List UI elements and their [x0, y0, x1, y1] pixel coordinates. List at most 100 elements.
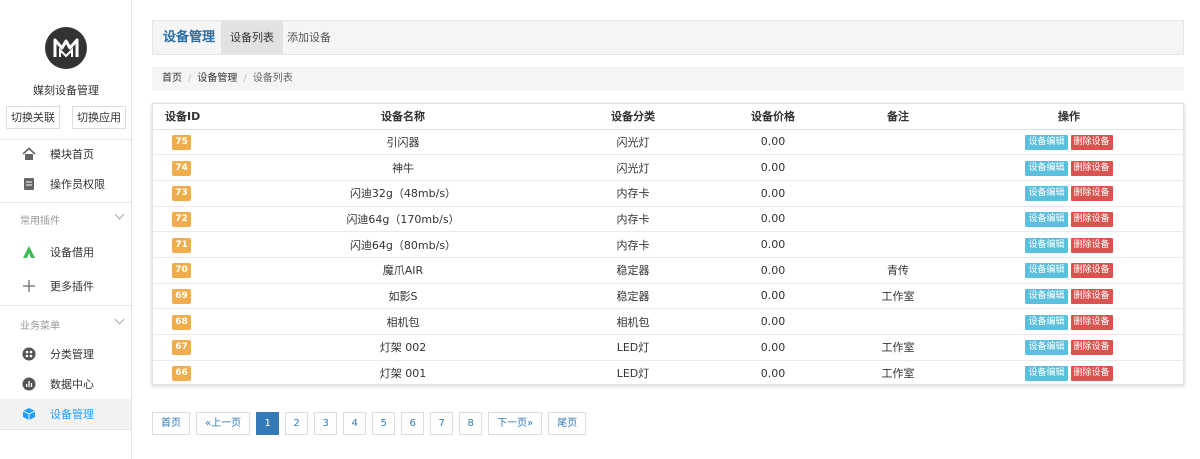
delete-device-button[interactable]: 删除设备	[1070, 237, 1113, 253]
cell-note	[843, 308, 953, 335]
delete-device-button[interactable]: 删除设备	[1070, 263, 1113, 279]
table-row: 75 引闪器 闪光灯 0.00 设备编辑 删除设备	[153, 129, 1185, 156]
delete-device-button[interactable]: 删除设备	[1070, 160, 1113, 176]
cell-category: 闪光灯	[563, 129, 703, 156]
plus-icon	[22, 279, 36, 293]
sidebar-item-device-management[interactable]: 设备管理	[0, 399, 131, 429]
pagination: 首页 «上一页 12345678 下一页» 尾页	[152, 412, 592, 435]
cell-note	[843, 129, 953, 156]
id-badge: 74	[172, 160, 191, 176]
pagination-page-8[interactable]: 8	[459, 412, 483, 435]
tab-add-device[interactable]: 添加设备	[278, 21, 340, 54]
delete-device-button[interactable]: 删除设备	[1070, 366, 1113, 382]
cell-actions: 设备编辑 删除设备	[953, 231, 1185, 258]
id-badge: 73	[172, 186, 191, 202]
cell-actions: 设备编辑 删除设备	[953, 360, 1185, 387]
pagination-page-5[interactable]: 5	[372, 412, 396, 435]
edit-device-button[interactable]: 设备编辑	[1025, 340, 1068, 356]
pagination-page-3[interactable]: 3	[314, 412, 338, 435]
breadcrumb: 首页 / 设备管理 / 设备列表	[152, 67, 1184, 91]
chevron-down-icon[interactable]	[114, 209, 125, 220]
sidebar-divider	[0, 305, 132, 306]
cell-name: 相机包	[243, 308, 563, 335]
column-header-note: 备注	[843, 104, 953, 130]
breadcrumb-home-link[interactable]: 首页	[162, 73, 182, 84]
cell-actions: 设备编辑 删除设备	[953, 283, 1185, 310]
header-tabbar: 设备管理 设备列表 添加设备	[152, 20, 1184, 55]
pagination-next-button[interactable]: 下一页»	[488, 412, 543, 435]
grid-circle-icon	[22, 347, 36, 361]
cell-name: 灯架 002	[243, 334, 563, 361]
cell-note	[843, 154, 953, 181]
delete-device-button[interactable]: 删除设备	[1070, 288, 1113, 304]
sidebar-item-home[interactable]: 模块首页	[0, 139, 131, 169]
sidebar-item-device-borrow[interactable]: 设备借用	[0, 237, 131, 267]
sidebar-item-operator-permissions[interactable]: 操作员权限	[0, 169, 131, 199]
edit-device-button[interactable]: 设备编辑	[1025, 134, 1068, 150]
cell-actions: 设备编辑 删除设备	[953, 334, 1185, 361]
edit-device-button[interactable]: 设备编辑	[1025, 186, 1068, 202]
edit-device-button[interactable]: 设备编辑	[1025, 263, 1068, 279]
pagination-page-4[interactable]: 4	[343, 412, 367, 435]
table-row: 70 魔爪AIR 稳定器 0.00 青传 设备编辑 删除设备	[153, 257, 1185, 284]
delete-device-button[interactable]: 删除设备	[1070, 211, 1113, 227]
cell-price: 0.00	[703, 334, 843, 361]
cell-name: 神牛	[243, 154, 563, 181]
id-badge: 67	[172, 340, 191, 356]
cell-actions: 设备编辑 删除设备	[953, 129, 1185, 156]
edit-device-button[interactable]: 设备编辑	[1025, 288, 1068, 304]
sidebar-item-data-center[interactable]: 数据中心	[0, 369, 131, 399]
breadcrumb-device-management-link[interactable]: 设备管理	[197, 73, 237, 84]
delete-device-button[interactable]: 删除设备	[1070, 134, 1113, 150]
pagination-prev-button[interactable]: «上一页	[196, 412, 251, 435]
delete-device-button[interactable]: 删除设备	[1070, 340, 1113, 356]
pagination-page-6[interactable]: 6	[401, 412, 425, 435]
id-badge: 72	[172, 211, 191, 227]
switch-association-button[interactable]: 切换关联	[6, 106, 60, 129]
pagination-page-7[interactable]: 7	[430, 412, 454, 435]
cell-name: 魔爪AIR	[243, 257, 563, 284]
cell-actions: 设备编辑 删除设备	[953, 154, 1185, 181]
pagination-page-2[interactable]: 2	[285, 412, 309, 435]
cell-price: 0.00	[703, 257, 843, 284]
app-logo-icon[interactable]	[45, 27, 87, 69]
pagination-last-button[interactable]: 尾页	[548, 412, 587, 435]
table-row: 74 神牛 闪光灯 0.00 设备编辑 删除设备	[153, 154, 1185, 181]
edit-device-button[interactable]: 设备编辑	[1025, 314, 1068, 330]
cell-name: 闪迪32g（48mb/s）	[243, 180, 563, 207]
cell-note	[843, 231, 953, 258]
cell-category: LED灯	[563, 334, 703, 361]
sidebar-item-label: 设备管理	[50, 408, 94, 421]
edit-device-button[interactable]: 设备编辑	[1025, 160, 1068, 176]
tab-device-list[interactable]: 设备列表	[221, 21, 283, 54]
delete-device-button[interactable]: 删除设备	[1070, 186, 1113, 202]
table-header-row: 设备ID 设备名称 设备分类 设备价格 备注 操作	[153, 104, 1185, 130]
table-row: 68 相机包 相机包 0.00 设备编辑 删除设备	[153, 308, 1185, 335]
sidebar-group-title: 常用插件	[20, 216, 60, 227]
chevron-down-icon[interactable]	[114, 314, 125, 325]
sidebar-item-label: 更多插件	[50, 280, 94, 293]
document-icon	[22, 177, 36, 191]
pagination-first-button[interactable]: 首页	[152, 412, 190, 435]
cell-name: 灯架 001	[243, 360, 563, 387]
cell-id: 69	[153, 283, 243, 310]
edit-device-button[interactable]: 设备编辑	[1025, 211, 1068, 227]
table-row: 72 闪迪64g（170mb/s） 内存卡 0.00 设备编辑 删除设备	[153, 206, 1185, 233]
cell-actions: 设备编辑 删除设备	[953, 308, 1185, 335]
delete-device-button[interactable]: 删除设备	[1070, 314, 1113, 330]
switch-app-button[interactable]: 切换应用	[72, 106, 126, 129]
cell-category: LED灯	[563, 360, 703, 387]
cell-price: 0.00	[703, 206, 843, 233]
sidebar-item-category-management[interactable]: 分类管理	[0, 339, 131, 369]
triangle-logo-icon	[22, 245, 36, 259]
column-header-name: 设备名称	[243, 104, 563, 130]
cell-id: 68	[153, 308, 243, 335]
sidebar-item-more-plugins[interactable]: 更多插件	[0, 271, 131, 301]
cell-actions: 设备编辑 删除设备	[953, 206, 1185, 233]
cell-category: 内存卡	[563, 180, 703, 207]
edit-device-button[interactable]: 设备编辑	[1025, 366, 1068, 382]
column-header-price: 设备价格	[703, 104, 843, 130]
cell-note	[843, 180, 953, 207]
edit-device-button[interactable]: 设备编辑	[1025, 237, 1068, 253]
pagination-page-1[interactable]: 1	[256, 412, 280, 435]
